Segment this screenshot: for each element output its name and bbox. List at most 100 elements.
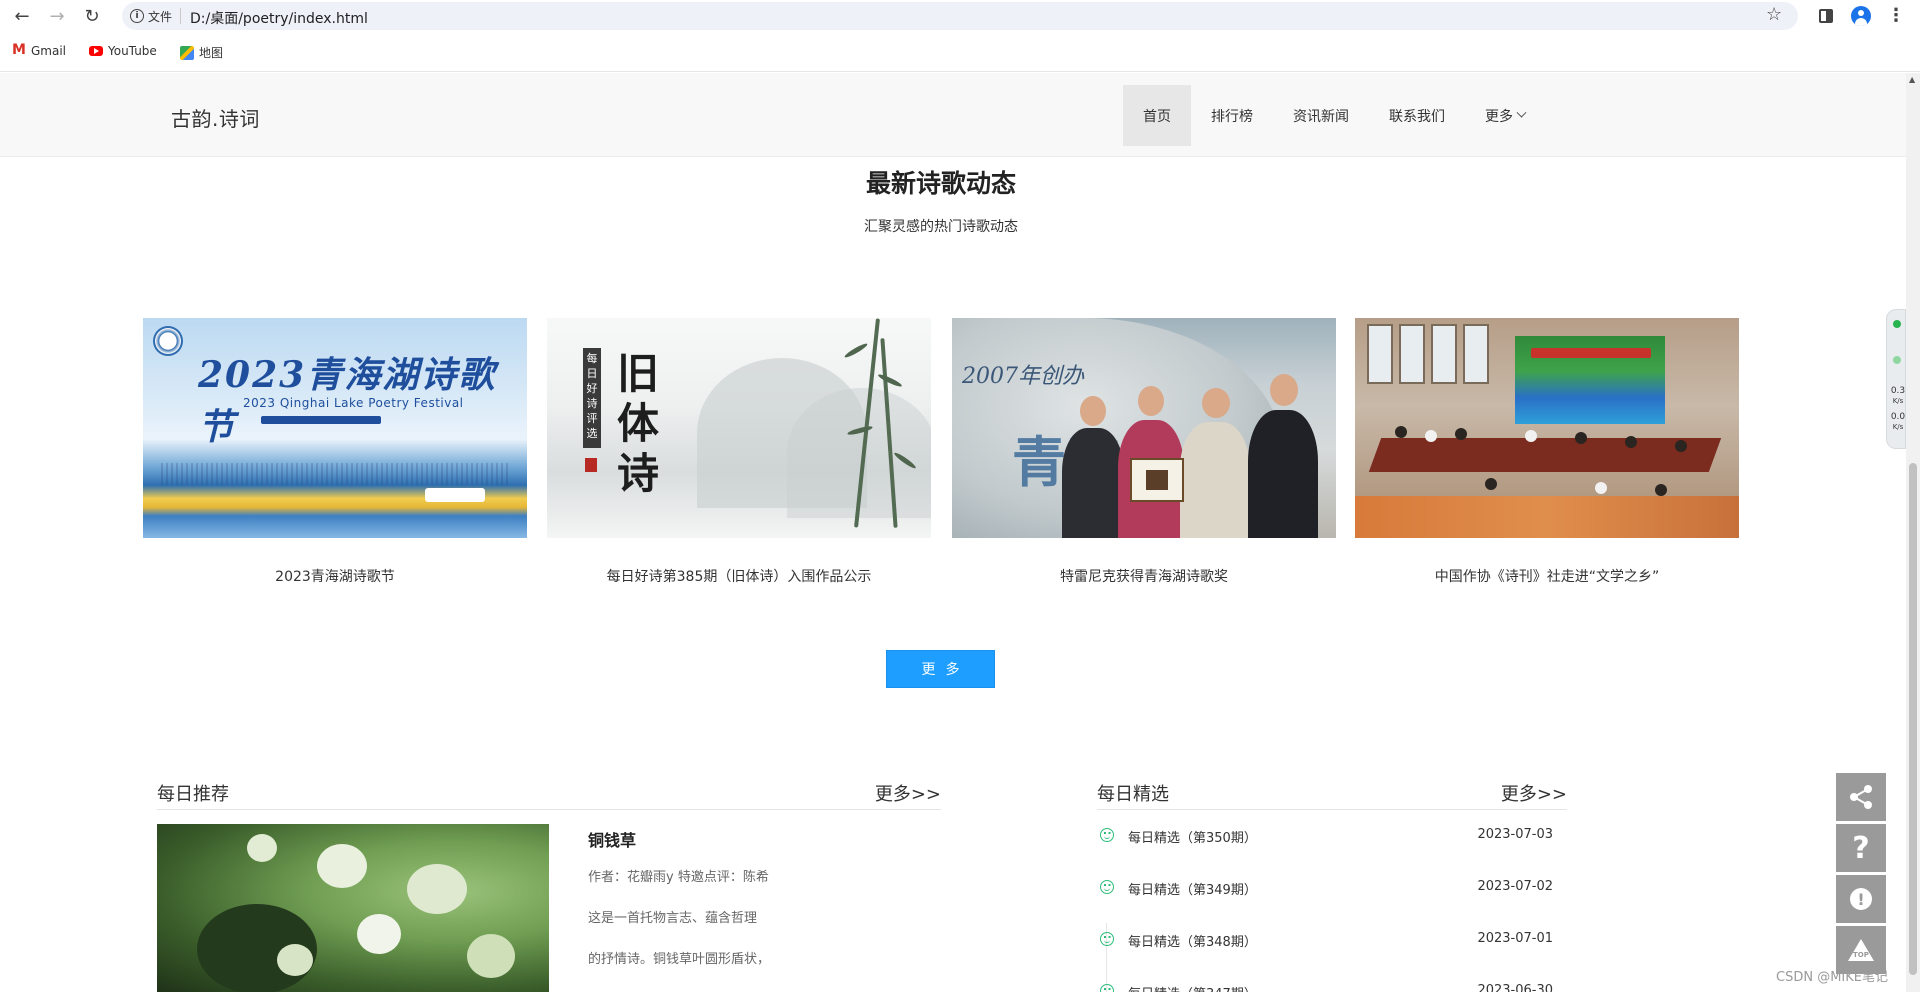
recommend-image[interactable] — [157, 824, 549, 992]
page-scrollbar[interactable]: ▲ — [1906, 73, 1920, 992]
network-speed-widget[interactable]: 0.3 K/s 0.0 K/s — [1886, 309, 1906, 449]
section-subtitle: 汇聚灵感的热门诗歌动态 — [864, 219, 1018, 235]
recommend-text-line: 这是一首托物言志、蕴含哲理 — [588, 911, 758, 926]
list-item[interactable]: 每日精选（第349期） 2023-07-02 — [1097, 879, 1553, 903]
list-item-title[interactable]: 每日精选（第350期） — [1128, 827, 1257, 846]
news-card[interactable]: 每日好诗评选 旧 体 诗 每日好诗第385期（旧体诗）入围作品公示 — [547, 318, 931, 586]
image-bus — [425, 488, 485, 502]
chevron-down-icon — [1516, 107, 1527, 118]
attendee — [1675, 440, 1687, 452]
daily-recommend-title: 每日推荐 — [157, 784, 229, 805]
site-info-chip[interactable]: i 文件 — [130, 7, 172, 25]
back-arrow-icon[interactable]: ← — [10, 4, 34, 28]
conference-table — [1368, 438, 1722, 472]
kebab-menu-icon: ⋮ — [1887, 5, 1905, 26]
main-nav: 首页 排行榜 资讯新闻 联系我们 更多 — [1123, 85, 1545, 146]
nav-more-label: 更多 — [1485, 108, 1513, 125]
scroll-up-arrow-icon[interactable]: ▲ — [1909, 75, 1915, 84]
bamboo-leaf — [843, 341, 869, 360]
feedback-button[interactable]: ! — [1836, 875, 1886, 923]
profile-avatar-icon — [1851, 6, 1871, 26]
download-speed-unit: K/s — [1892, 423, 1904, 431]
flower-shape — [467, 934, 515, 978]
nav-news[interactable]: 资讯新闻 — [1273, 85, 1369, 146]
person-head — [1202, 388, 1230, 418]
news-card-image[interactable] — [1355, 318, 1739, 538]
news-card[interactable]: 中国作协《诗刊》社走进“文学之乡” — [1355, 318, 1739, 586]
flower-shape — [357, 914, 401, 954]
exclamation-icon: ! — [1850, 888, 1872, 910]
person-head — [1270, 374, 1298, 406]
recommend-poem-title[interactable]: 铜钱草 — [588, 827, 636, 851]
bookmark-maps[interactable]: 地图 — [180, 44, 223, 61]
nav-contact[interactable]: 联系我们 — [1369, 85, 1465, 146]
image-fine-print — [161, 463, 511, 485]
flower-shape — [407, 864, 467, 914]
side-panel-button[interactable] — [1815, 5, 1837, 27]
help-button[interactable]: ? — [1836, 824, 1886, 872]
status-dot-icon — [1893, 320, 1901, 328]
news-card-caption[interactable]: 中国作协《诗刊》社走进“文学之乡” — [1355, 566, 1739, 586]
window-shape — [1431, 324, 1457, 384]
list-item[interactable]: 每日精选（第347期） 2023-06-30 — [1097, 983, 1553, 992]
url-text[interactable]: D:/桌面/poetry/index.html — [190, 8, 368, 28]
youtube-icon — [89, 46, 103, 56]
list-item-title[interactable]: 每日精选（第348期） — [1128, 931, 1257, 950]
scrollbar-thumb[interactable] — [1909, 463, 1917, 975]
download-speed-value: 0.0 — [1890, 412, 1906, 422]
address-bar[interactable]: i 文件 D:/桌面/poetry/index.html — [122, 2, 1798, 30]
news-card[interactable]: 2007年创办 青海 特雷尼克获得青海湖诗歌奖 — [952, 318, 1336, 586]
image-subline: 2023 Qinghai Lake Poetry Festival — [243, 396, 464, 410]
festival-emblem-icon — [153, 326, 183, 356]
bookmark-star-icon[interactable]: ☆ — [1766, 4, 1782, 25]
site-logo[interactable]: 古韵.诗词 — [171, 103, 260, 132]
person-shape — [1248, 410, 1318, 538]
daily-recommend-more-link[interactable]: 更多>> — [875, 780, 941, 806]
daily-selection-title: 每日精选 — [1097, 784, 1169, 805]
award-certificate — [1130, 458, 1184, 502]
list-item-date: 2023-07-02 — [1477, 879, 1553, 894]
news-card-caption[interactable]: 2023青海湖诗歌节 — [143, 566, 527, 586]
question-mark-icon: ? — [1852, 830, 1870, 866]
side-panel-icon — [1819, 9, 1833, 23]
smile-icon — [1100, 828, 1114, 842]
attendee — [1595, 482, 1607, 494]
profile-button[interactable] — [1850, 5, 1872, 27]
news-card-image[interactable]: 2007年创办 青海 — [952, 318, 1336, 538]
bookmark-label: Gmail — [31, 44, 67, 58]
news-card-image[interactable]: 2023青海湖诗歌节 2023 Qinghai Lake Poetry Fest… — [143, 318, 527, 538]
news-card-image[interactable]: 每日好诗评选 旧 体 诗 — [547, 318, 931, 538]
smile-icon — [1100, 880, 1114, 894]
file-chip-label: 文件 — [148, 9, 173, 24]
more-button[interactable]: 更多 — [886, 650, 995, 688]
nav-ranking[interactable]: 排行榜 — [1191, 85, 1273, 146]
image-char: 诗 — [617, 449, 660, 498]
attendee — [1395, 426, 1407, 438]
share-button[interactable] — [1836, 773, 1886, 821]
list-item[interactable]: 每日精选（第348期） 2023-07-01 — [1097, 931, 1553, 955]
bookmark-youtube[interactable]: YouTube — [89, 44, 157, 58]
window-shape — [1367, 324, 1393, 384]
list-item-date: 2023-07-03 — [1477, 827, 1553, 842]
list-item[interactable]: 每日精选（第350期） 2023-07-03 — [1097, 827, 1553, 851]
news-card[interactable]: 2023青海湖诗歌节 2023 Qinghai Lake Poetry Fest… — [143, 318, 527, 586]
attendee — [1485, 478, 1497, 490]
recommend-text-line: 的抒情诗。铜钱草叶圆形盾状， — [588, 952, 771, 967]
nav-home[interactable]: 首页 — [1123, 85, 1191, 146]
list-item-title[interactable]: 每日精选（第347期） — [1128, 983, 1257, 992]
person-shape — [1180, 422, 1250, 538]
list-item-title[interactable]: 每日精选（第349期） — [1128, 879, 1257, 898]
nav-more[interactable]: 更多 — [1465, 85, 1545, 146]
bookmark-gmail[interactable]: Gmail — [12, 42, 67, 59]
attendee — [1655, 484, 1667, 496]
forward-arrow-icon[interactable]: → — [45, 4, 69, 28]
news-card-caption[interactable]: 每日好诗第385期（旧体诗）入围作品公示 — [547, 566, 931, 586]
bookmarks-bar: Gmail YouTube 地图 — [0, 32, 1920, 72]
back-to-top-label: TOP — [1853, 951, 1869, 959]
daily-selection-more-link[interactable]: 更多>> — [1501, 780, 1567, 806]
news-card-caption[interactable]: 特雷尼克获得青海湖诗歌奖 — [952, 566, 1336, 586]
reload-icon[interactable]: ↻ — [80, 4, 104, 28]
browser-menu-button[interactable]: ⋮ — [1885, 5, 1907, 27]
address-separator — [180, 8, 181, 24]
list-item-date: 2023-06-30 — [1477, 983, 1553, 992]
